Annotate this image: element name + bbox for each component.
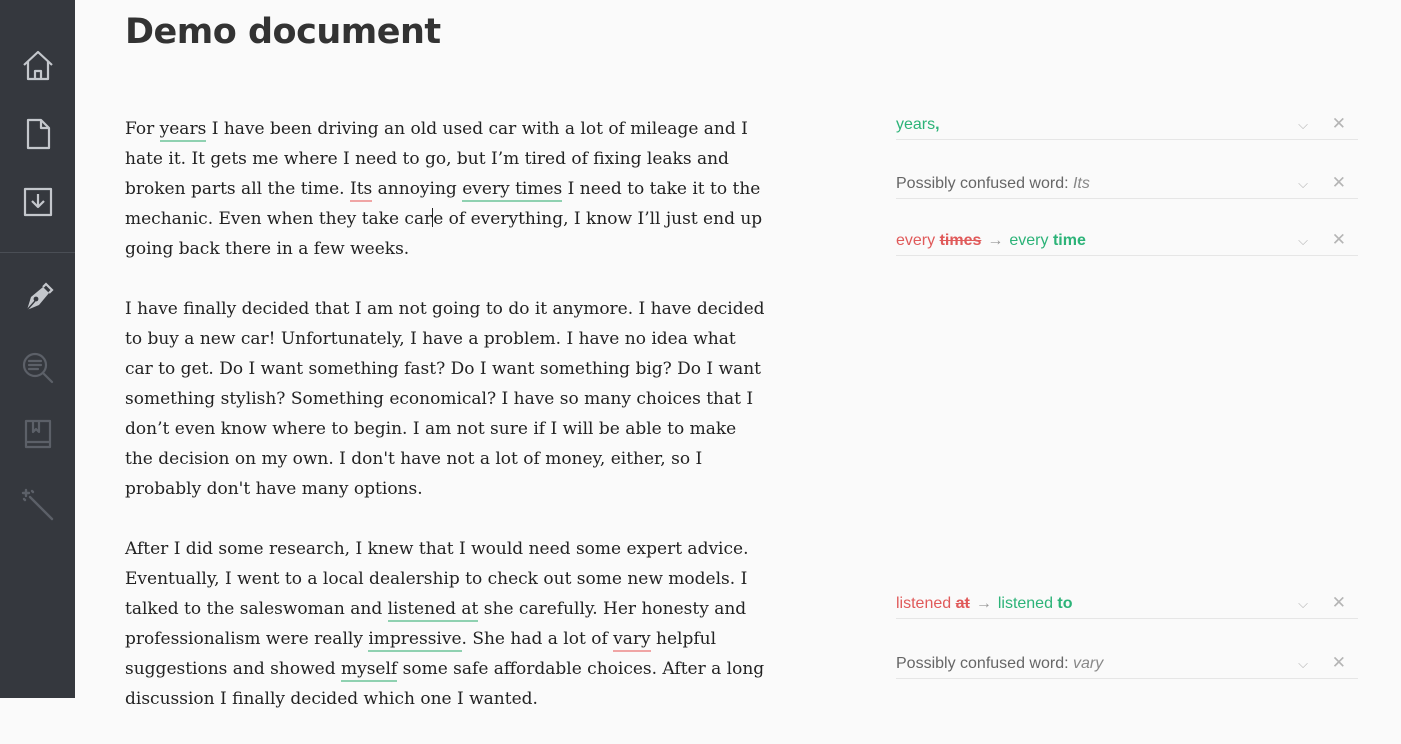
suggestion-card-its[interactable]: Possibly confused word: Its ⌵ ✕ [896, 173, 1358, 199]
home-icon[interactable] [18, 45, 58, 85]
suggestion-card-every-times[interactable]: every times → every time ⌵ ✕ [896, 230, 1358, 256]
editor-main: Demo document For years I have been driv… [75, 0, 1401, 709]
document-body[interactable]: For years I have been driving an old use… [125, 114, 765, 744]
flagged-word-impressive[interactable]: impressive [368, 629, 462, 652]
chevron-down-icon[interactable]: ⌵ [1298, 174, 1308, 194]
sidebar-divider [0, 252, 75, 253]
flagged-word-vary[interactable]: vary [613, 629, 651, 652]
close-icon[interactable]: ✕ [1332, 653, 1346, 673]
download-icon[interactable] [18, 182, 58, 222]
flagged-word-listened-at[interactable]: listened at [387, 599, 479, 622]
flagged-word-years[interactable]: years [159, 119, 207, 142]
sidebar [0, 0, 75, 698]
chevron-down-icon[interactable]: ⌵ [1298, 594, 1308, 614]
flagged-word-myself[interactable]: myself [340, 659, 398, 682]
bookmark-book-icon[interactable] [18, 415, 58, 455]
pen-icon[interactable] [18, 277, 58, 317]
search-lines-icon[interactable] [18, 348, 58, 388]
suggestion-card-vary[interactable]: Possibly confused word: vary ⌵ ✕ [896, 653, 1358, 679]
flagged-word-its[interactable]: Its [349, 179, 373, 202]
chevron-down-icon[interactable]: ⌵ [1298, 231, 1308, 251]
close-icon[interactable]: ✕ [1332, 173, 1346, 193]
magic-wand-icon[interactable] [18, 485, 58, 525]
close-icon[interactable]: ✕ [1332, 114, 1346, 134]
paragraph-3[interactable]: After I did some research, I knew that I… [125, 534, 765, 714]
close-icon[interactable]: ✕ [1332, 230, 1346, 250]
suggestion-card-years[interactable]: years, ⌵ ✕ [896, 114, 1358, 140]
document-icon[interactable] [18, 114, 58, 154]
paragraph-1[interactable]: For years I have been driving an old use… [125, 114, 765, 264]
document-title[interactable]: Demo document [125, 12, 441, 52]
chevron-down-icon[interactable]: ⌵ [1298, 115, 1308, 135]
paragraph-2[interactable]: I have finally decided that I am not goi… [125, 294, 765, 504]
chevron-down-icon[interactable]: ⌵ [1298, 654, 1308, 674]
arrow-right-icon: → [987, 232, 1004, 249]
arrow-right-icon: → [975, 595, 992, 612]
flagged-word-every-times[interactable]: every times [462, 179, 563, 202]
suggestion-card-listened-at[interactable]: listened at → listened to ⌵ ✕ [896, 593, 1358, 619]
close-icon[interactable]: ✕ [1332, 593, 1346, 613]
